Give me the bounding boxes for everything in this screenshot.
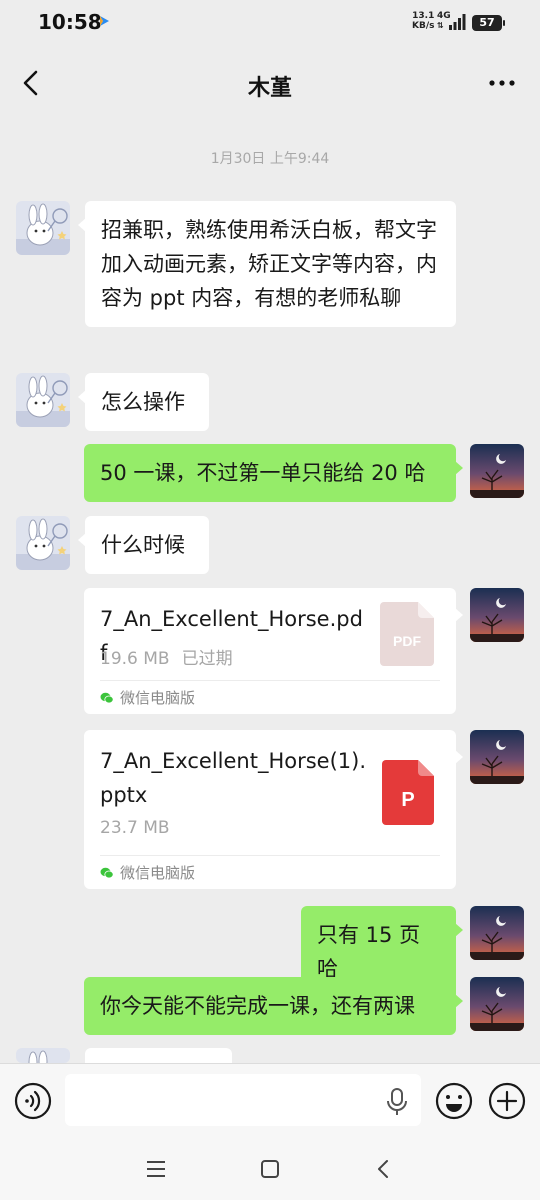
wechat-icon (100, 692, 114, 703)
chat-timestamp: 1月30日 上午9:44 (210, 151, 330, 167)
my-avatar[interactable] (470, 444, 524, 498)
file-divider (100, 855, 440, 856)
message-bubble-incoming[interactable]: 怎么操作 (78, 373, 209, 431)
svg-text:P: P (401, 789, 414, 811)
pptx-file-icon: P (382, 760, 434, 825)
voice-icon[interactable] (14, 1082, 52, 1120)
chat-title: 木堇 (247, 76, 292, 101)
app-notification-icon (100, 16, 109, 26)
signal-icon (449, 14, 466, 30)
my-avatar[interactable] (470, 906, 524, 960)
file-meta: 23.7 MB (100, 818, 170, 838)
input-bar (0, 1063, 540, 1137)
battery-indicator: 57 (472, 15, 505, 31)
contact-avatar[interactable] (16, 373, 70, 427)
my-avatar[interactable] (470, 588, 524, 642)
title-bar: 木堇 (0, 46, 540, 120)
home-icon[interactable] (254, 1153, 286, 1185)
contact-avatar[interactable] (16, 516, 70, 570)
menu-icon[interactable] (140, 1153, 172, 1185)
message-input[interactable] (65, 1074, 421, 1126)
mic-icon[interactable] (385, 1088, 409, 1116)
file-meta: 19.6 MB 已过期 (100, 644, 233, 669)
contact-avatar[interactable] (16, 201, 70, 255)
file-divider (100, 680, 440, 681)
network-speed: 13.1 KB/s (412, 11, 435, 31)
file-source: 微信电脑版 (100, 687, 195, 708)
more-dots-icon[interactable] (484, 68, 520, 98)
message-bubble-incoming-partial (85, 1048, 232, 1063)
emoji-icon[interactable] (435, 1082, 473, 1120)
chat-screen: 10:58 13.1 KB/s 4G ⇅ 57 木堇 1月30日 上午9:44 … (0, 0, 540, 1200)
wechat-icon (100, 867, 114, 878)
svg-text:PDF: PDF (393, 633, 421, 649)
file-message-card[interactable]: 7_An_Excellent_Horse(1).pptx 23.7 MB P 微… (84, 730, 463, 889)
my-avatar[interactable] (470, 977, 524, 1031)
file-name: 7_An_Excellent_Horse(1).pptx (100, 749, 367, 807)
add-icon[interactable] (488, 1082, 526, 1120)
message-bubble-incoming[interactable]: 什么时候 (78, 516, 209, 574)
file-source: 微信电脑版 (100, 862, 195, 883)
nav-back-icon[interactable] (367, 1153, 399, 1185)
message-bubble-incoming[interactable]: 招兼职，熟练使用希沃白板，帮文字加入动画元素，矫正文字等内容，内容为 ppt 内… (78, 201, 456, 327)
message-bubble-outgoing[interactable]: 你今天能不能完成一课，还有两课 (84, 977, 463, 1035)
file-status: 已过期 (181, 649, 233, 669)
message-bubble-outgoing[interactable]: 50 一课，不过第一单只能给 20 哈 (84, 444, 463, 502)
status-bar: 10:58 13.1 KB/s 4G ⇅ 57 (0, 0, 540, 46)
file-size: 23.7 MB (100, 818, 170, 838)
file-size: 19.6 MB (100, 649, 170, 669)
pdf-file-icon: PDF (380, 602, 434, 666)
file-message-card[interactable]: 7_An_Excellent_Horse.pdf 19.6 MB 已过期 PDF … (84, 588, 463, 714)
contact-avatar[interactable] (16, 1048, 70, 1063)
status-time: 10:58 (38, 10, 102, 34)
system-nav-bar (0, 1137, 540, 1200)
my-avatar[interactable] (470, 730, 524, 784)
